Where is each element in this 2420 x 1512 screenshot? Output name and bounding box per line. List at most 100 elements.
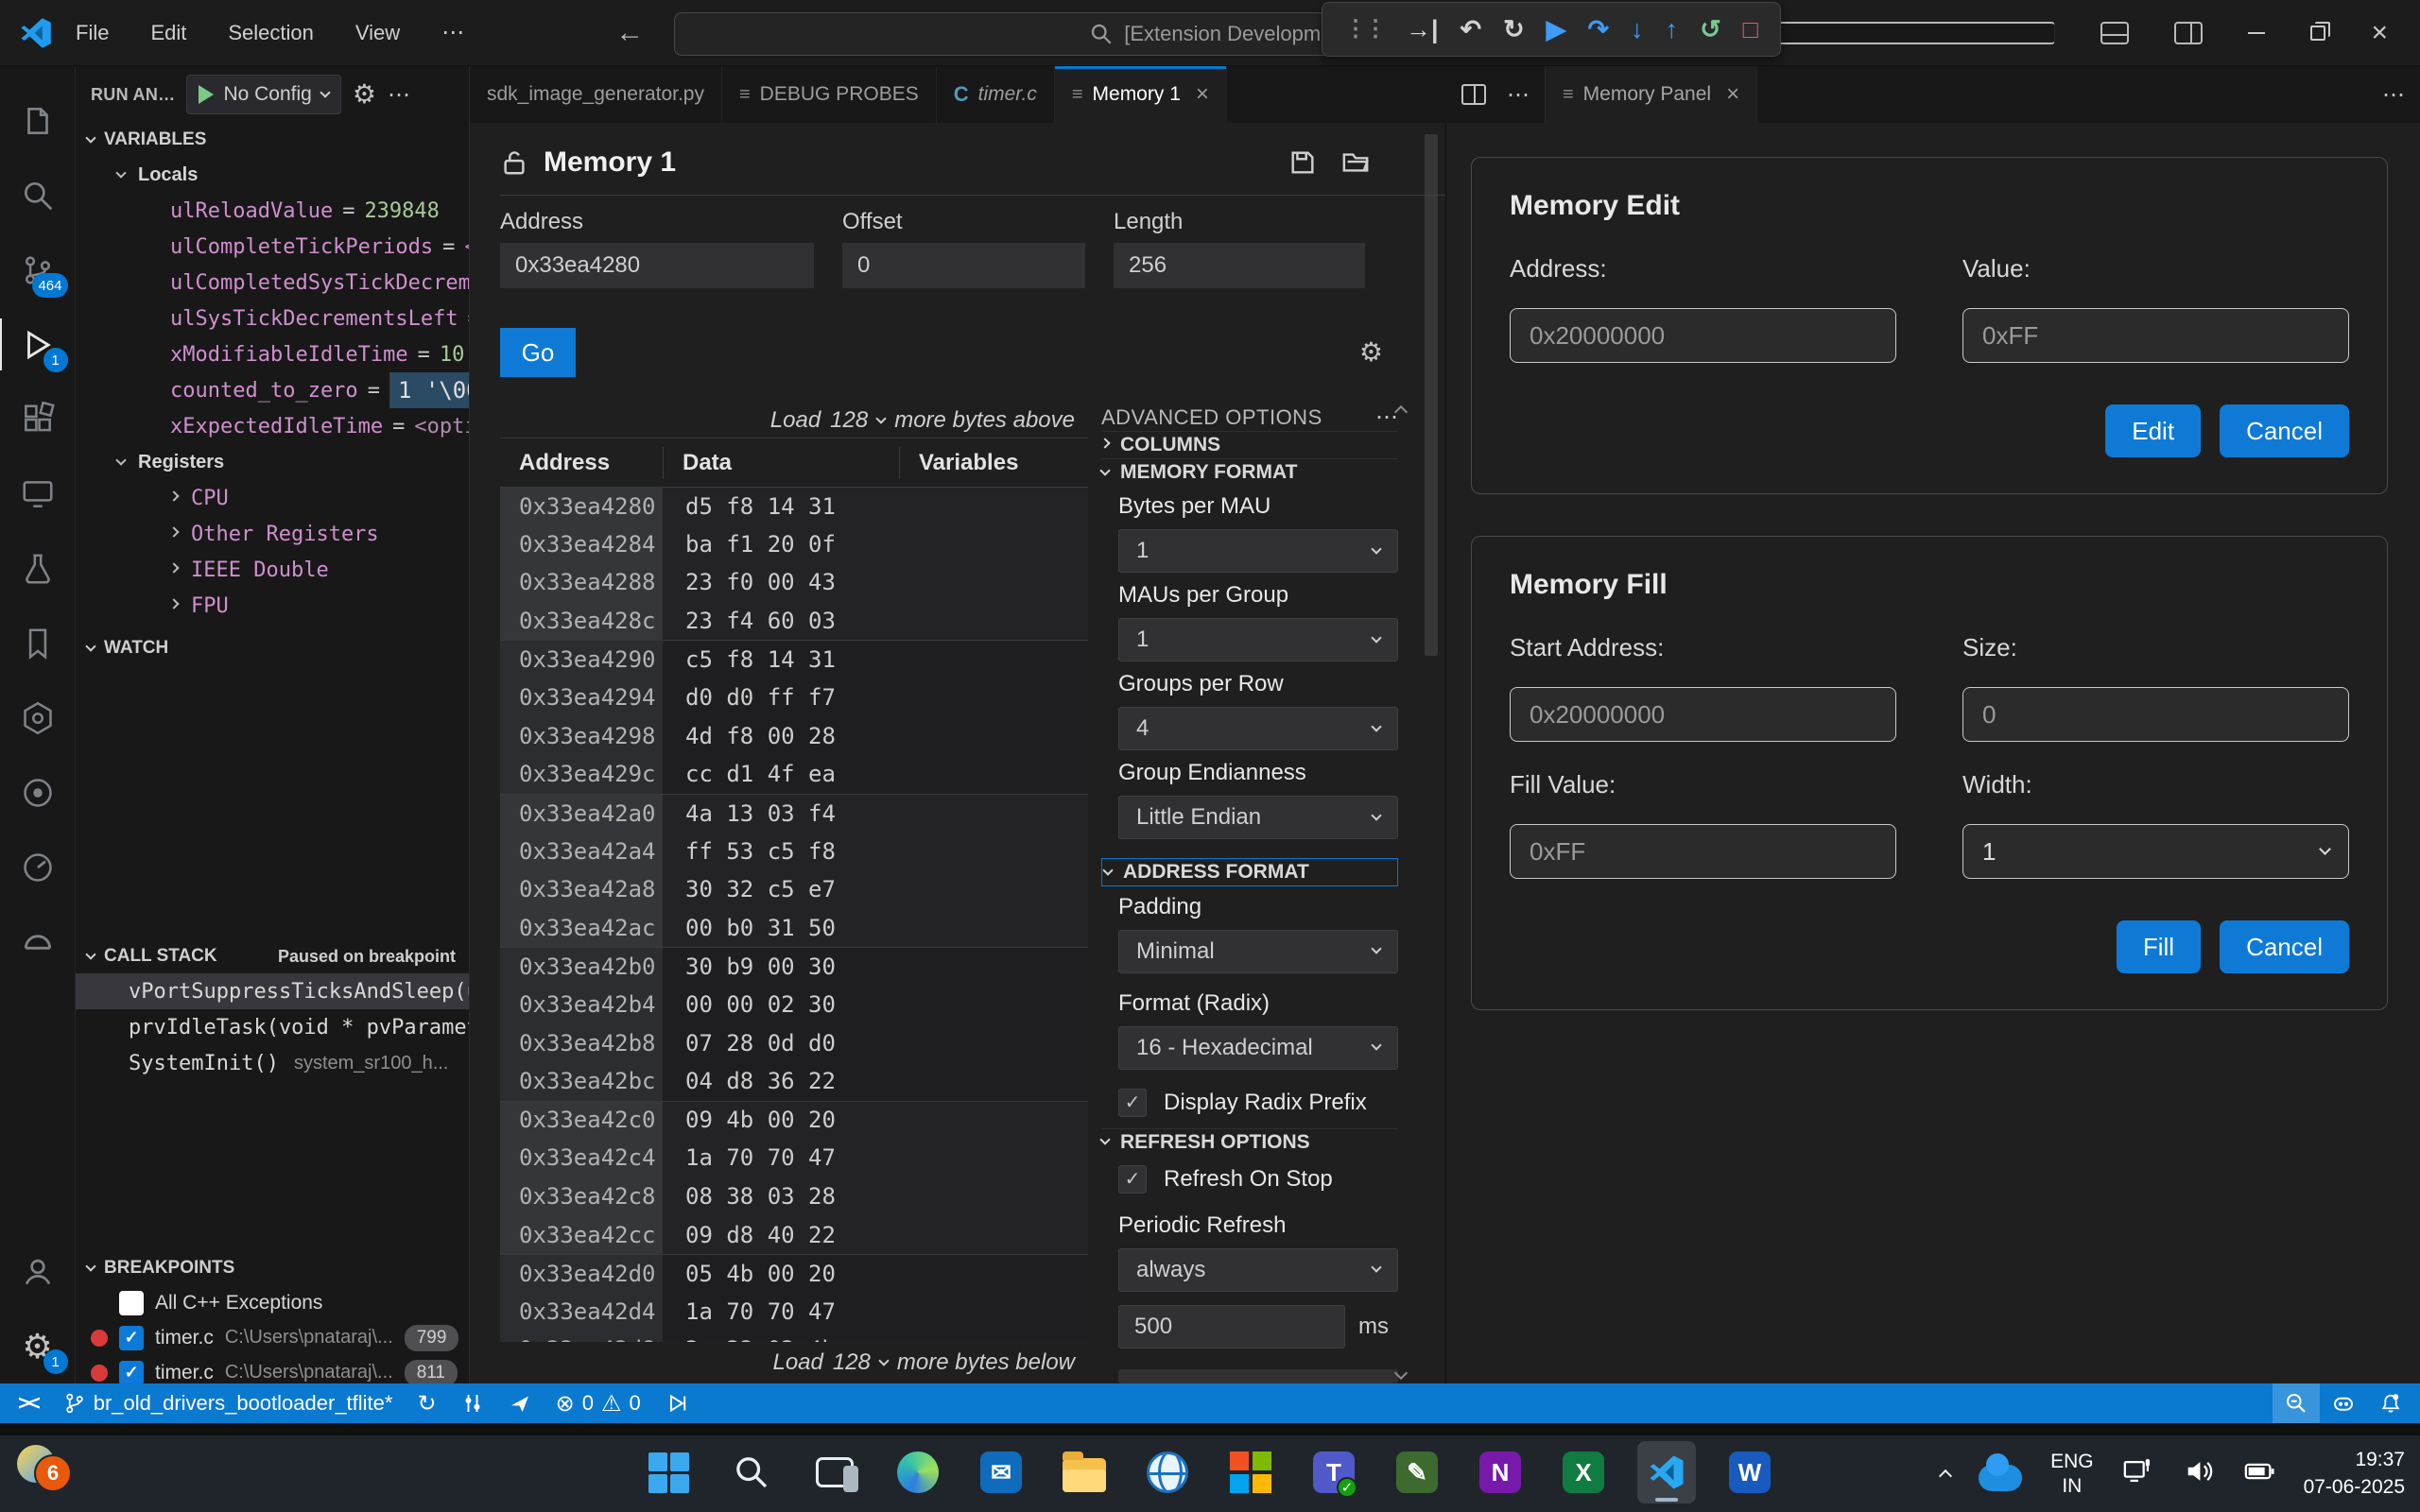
- memory-row[interactable]: 0x33ea42ac 00 b0 31 50: [500, 909, 1088, 948]
- unlock-icon[interactable]: [500, 148, 528, 177]
- toggle-secondary-sidebar-icon[interactable]: [2174, 22, 2203, 44]
- editor-tab[interactable]: ≡ Memory 1 ×: [1055, 66, 1227, 123]
- memory-row[interactable]: 0x33ea42b0 30 b9 00 30: [500, 947, 1088, 986]
- split-editor-icon[interactable]: [1461, 84, 1486, 105]
- start-debug-icon[interactable]: [199, 85, 214, 104]
- register-group-row[interactable]: IEEE Single: [76, 624, 469, 631]
- nav-back-icon[interactable]: ←: [615, 17, 644, 49]
- variable-row[interactable]: counted_to_zero = 1 '\001': [76, 372, 469, 408]
- account-icon[interactable]: [0, 1234, 76, 1309]
- edit-cancel-button[interactable]: Cancel: [2220, 404, 2349, 457]
- memory-row[interactable]: 0x33ea42d8 3c 22 03 4b: [500, 1331, 1088, 1342]
- onedrive-icon[interactable]: [1979, 1465, 2022, 1491]
- breakpoint-checkbox[interactable]: ✓: [119, 1326, 144, 1350]
- editor-actions-overflow[interactable]: ⋯: [2382, 81, 2405, 109]
- options-overflow[interactable]: ⋯: [1375, 404, 1398, 431]
- continue-icon[interactable]: ▶: [1547, 17, 1566, 43]
- option-select[interactable]: 4: [1118, 707, 1398, 750]
- widgets-icon[interactable]: 6: [17, 1443, 83, 1503]
- remote-explorer-icon[interactable]: [0, 456, 76, 531]
- minimize-icon[interactable]: [2248, 32, 2265, 34]
- menu-item[interactable]: Selection: [228, 21, 314, 45]
- bell-icon[interactable]: [2367, 1383, 2414, 1423]
- explorer-icon[interactable]: [0, 83, 76, 158]
- word-icon[interactable]: W: [1720, 1441, 1779, 1503]
- step-out-icon[interactable]: ↑: [1666, 17, 1679, 43]
- tab-close-icon[interactable]: ×: [1726, 81, 1739, 108]
- probe-icon[interactable]: [449, 1383, 496, 1423]
- option-select[interactable]: 1: [1118, 618, 1398, 662]
- volume-icon[interactable]: [2183, 1455, 2215, 1492]
- task-view-icon[interactable]: [805, 1441, 864, 1503]
- teams-icon[interactable]: T✓: [1305, 1441, 1363, 1503]
- memory-format-header[interactable]: MEMORY FORMAT: [1101, 458, 1398, 486]
- editor-scrollbar[interactable]: [1425, 134, 1438, 656]
- variables-header[interactable]: VARIABLES: [76, 123, 469, 157]
- toggle-panel-icon[interactable]: [2100, 22, 2129, 44]
- register-group-row[interactable]: Other Registers: [76, 516, 469, 552]
- reset-device-icon[interactable]: ↻: [1503, 17, 1525, 43]
- excel-icon[interactable]: X: [1554, 1441, 1613, 1503]
- fill-size-input[interactable]: [1962, 687, 2349, 742]
- extensions-icon[interactable]: [0, 382, 76, 456]
- memory-row[interactable]: 0x33ea4284 ba f1 20 0f: [500, 525, 1088, 564]
- memory-row[interactable]: 0x33ea4298 4d f8 00 28: [500, 717, 1088, 756]
- variable-row[interactable]: ulSysTickDecrementsLeft = <o…: [76, 301, 469, 336]
- memory-row[interactable]: 0x33ea42bc 04 d8 36 22: [500, 1062, 1088, 1101]
- battery-icon[interactable]: [2243, 1455, 2275, 1492]
- launch-config-dropdown[interactable]: No Config: [186, 75, 340, 114]
- memory-row[interactable]: 0x33ea4288 23 f0 00 43: [500, 563, 1088, 602]
- sync-icon[interactable]: ↻: [405, 1383, 448, 1423]
- memory-row[interactable]: 0x33ea42a0 4a 13 03 f4: [500, 794, 1088, 833]
- option-select[interactable]: Little Endian: [1118, 796, 1398, 839]
- memory-row[interactable]: 0x33ea42c8 08 38 03 28: [500, 1177, 1088, 1216]
- vscode-icon[interactable]: [1637, 1441, 1696, 1503]
- search-icon[interactable]: [0, 158, 76, 232]
- fill-cancel-button[interactable]: Cancel: [2220, 920, 2349, 973]
- options-gear-icon[interactable]: ⚙: [1359, 339, 1383, 366]
- copilot-icon[interactable]: [2320, 1383, 2367, 1423]
- language-indicator[interactable]: ENG IN: [2050, 1450, 2094, 1497]
- clock[interactable]: 19:37 07-06-2025: [2304, 1447, 2405, 1501]
- save-icon[interactable]: [1288, 148, 1317, 177]
- remote-icon[interactable]: ><: [6, 1383, 51, 1423]
- go-button[interactable]: Go: [500, 328, 576, 377]
- load-more-below[interactable]: Load128more bytes below: [500, 1342, 1088, 1383]
- gauge-icon[interactable]: [0, 830, 76, 904]
- gear-icon[interactable]: ⚙: [353, 81, 376, 108]
- breakpoint-checkbox[interactable]: ✓: [119, 1361, 144, 1384]
- meter-icon[interactable]: [0, 904, 76, 979]
- launch-icon[interactable]: [496, 1383, 544, 1423]
- edit-value-input[interactable]: [1962, 308, 2349, 363]
- office-icon[interactable]: [1221, 1441, 1280, 1503]
- outlook-icon[interactable]: ✉: [972, 1441, 1030, 1503]
- breakpoint-row[interactable]: ✓ timer.c C:\Users\pnataraj\... 811: [76, 1355, 469, 1383]
- memory-row[interactable]: 0x33ea42b8 07 28 0d d0: [500, 1023, 1088, 1062]
- fill-start-input[interactable]: [1510, 687, 1896, 742]
- debug-status-icon[interactable]: [653, 1383, 700, 1423]
- refresh-on-stop-checkbox[interactable]: ✓ Refresh On Stop: [1118, 1165, 1398, 1194]
- file-explorer-icon[interactable]: [1055, 1441, 1114, 1503]
- git-branch-item[interactable]: br_old_drivers_bootloader_tflite*: [51, 1383, 406, 1423]
- run-debug-icon[interactable]: 1: [0, 307, 76, 382]
- register-group-row[interactable]: FPU: [76, 588, 469, 624]
- memory-row[interactable]: 0x33ea4294 d0 d0 ff f7: [500, 679, 1088, 717]
- open-folder-icon[interactable]: [1341, 148, 1370, 177]
- variable-row[interactable]: xModifiableIdleTime = 10: [76, 336, 469, 372]
- breakpoints-header[interactable]: BREAKPOINTS: [76, 1251, 469, 1285]
- pencil-app-icon[interactable]: ✎: [1388, 1441, 1446, 1503]
- tray-chevron-icon[interactable]: [1939, 1469, 1952, 1482]
- editor-tab[interactable]: ≡ DEBUG PROBES: [722, 66, 937, 123]
- variable-row[interactable]: xExpectedIdleTime = <optimiz…: [76, 408, 469, 444]
- registers-node[interactable]: Registers: [76, 444, 469, 480]
- menu-item[interactable]: File: [76, 21, 109, 45]
- memory-row[interactable]: 0x33ea42cc 09 d8 40 22: [500, 1215, 1088, 1254]
- variable-row[interactable]: ulCompleteTickPeriods = <opt…: [76, 229, 469, 265]
- memory-row[interactable]: 0x33ea428c 23 f4 60 03: [500, 602, 1088, 641]
- offset-input[interactable]: [842, 243, 1085, 288]
- length-input[interactable]: [1114, 243, 1365, 288]
- editor-tab[interactable]: ≡ Memory Panel ×: [1546, 66, 1757, 123]
- memory-row[interactable]: 0x33ea42d4 1a 70 70 47: [500, 1292, 1088, 1331]
- variable-row[interactable]: ulReloadValue = 239848: [76, 193, 469, 229]
- onenote-icon[interactable]: N: [1471, 1441, 1530, 1503]
